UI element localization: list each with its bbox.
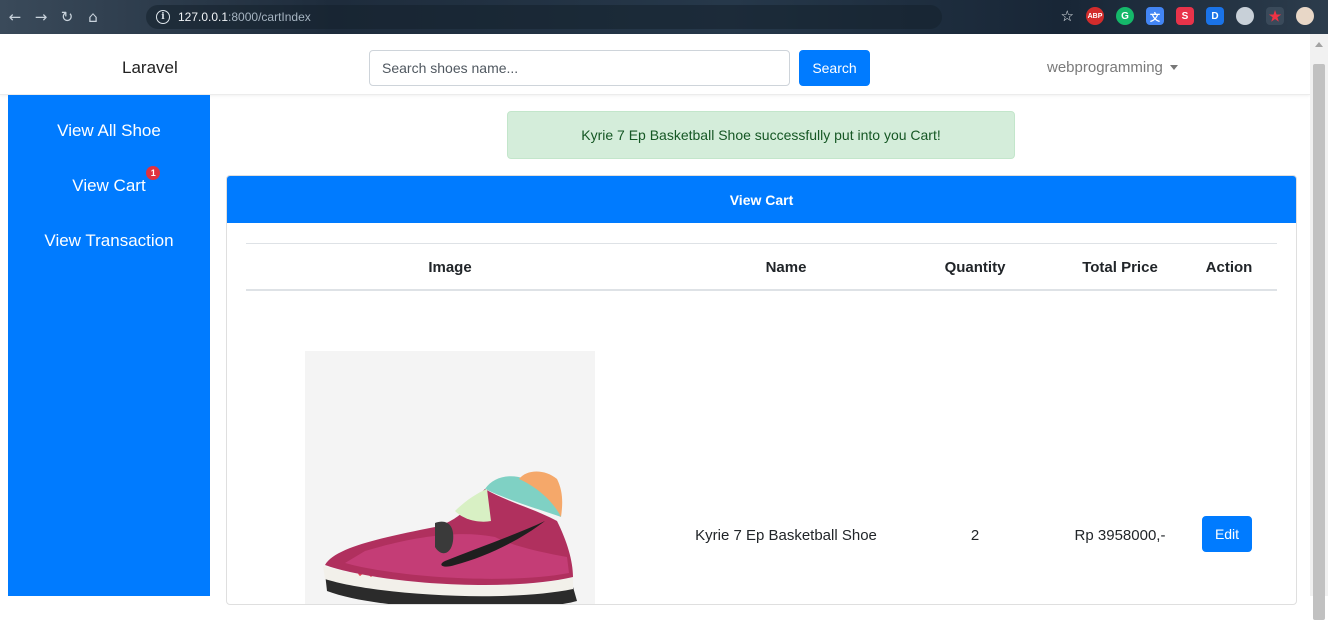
home-icon[interactable]: ⌂ xyxy=(82,8,104,26)
url-host: 127.0.0.1 xyxy=(178,10,229,24)
basketball-shoe-image xyxy=(323,471,577,604)
column-header-name: Name xyxy=(765,259,807,276)
d-extension-icon[interactable]: D xyxy=(1206,7,1224,25)
chevron-down-icon xyxy=(1169,65,1178,70)
edit-button[interactable]: Edit xyxy=(1202,516,1252,552)
forward-icon[interactable]: → xyxy=(30,8,52,26)
cart-item-quantity: 2 xyxy=(970,527,980,544)
cart-card: View Cart Image Name Quantity Total Pric… xyxy=(226,175,1297,605)
sidebar-item-view-transaction[interactable]: View Transaction xyxy=(8,231,210,251)
column-header-action: Action xyxy=(1205,259,1253,276)
sidebar-item-label: View Cart xyxy=(72,176,146,195)
reload-icon[interactable]: ↻ xyxy=(56,8,78,26)
s-extension-icon[interactable]: S xyxy=(1176,7,1194,25)
cart-table: Image Name Quantity Total Price Action K… xyxy=(246,243,1277,604)
cart-item-total-price: Rp 3958000,- xyxy=(1074,527,1166,544)
abp-icon[interactable]: ABP xyxy=(1086,7,1104,25)
sidebar-item-view-cart[interactable]: View Cart 1 xyxy=(8,166,210,196)
table-header: Image Name Quantity Total Price Action xyxy=(246,243,1277,291)
table-row: Kyrie 7 Ep Basketball Shoe 2 Rp 3958000,… xyxy=(246,291,1277,604)
address-bar[interactable]: i 127.0.0.1:8000/cartIndex xyxy=(146,5,942,29)
url-path: :8000/cartIndex xyxy=(228,10,311,24)
user-dropdown[interactable]: webprogramming xyxy=(1047,59,1178,76)
site-info-icon[interactable]: i xyxy=(156,10,170,24)
browser-toolbar: ← → ↻ ⌂ i 127.0.0.1:8000/cartIndex ☆ ABP… xyxy=(0,0,1328,34)
sidebar-item-view-all-shoe[interactable]: View All Shoe xyxy=(8,121,210,141)
search-button[interactable]: Search xyxy=(799,50,870,86)
card-title: View Cart xyxy=(227,176,1296,223)
translate-icon[interactable]: 文 xyxy=(1146,7,1164,25)
cart-count-badge: 1 xyxy=(146,166,161,180)
globe-icon[interactable] xyxy=(1236,7,1254,25)
shoe-image xyxy=(305,351,595,604)
search-input[interactable] xyxy=(369,50,790,86)
profile-avatar-icon[interactable] xyxy=(1296,7,1314,25)
scroll-thumb[interactable] xyxy=(1313,64,1325,620)
back-icon[interactable]: ← xyxy=(4,8,26,26)
cart-item-name: Kyrie 7 Ep Basketball Shoe xyxy=(695,527,877,544)
column-header-image: Image xyxy=(428,259,472,276)
sidebar: View All Shoe View Cart 1 View Transacti… xyxy=(8,95,210,596)
column-header-total-price: Total Price xyxy=(1082,259,1158,276)
extensions-bar: ☆ ABP G 文 S D ★ xyxy=(1061,7,1314,25)
page-scrollbar[interactable] xyxy=(1310,34,1328,620)
scroll-up-icon[interactable] xyxy=(1315,42,1323,47)
brand-logo[interactable]: Laravel xyxy=(122,58,178,78)
success-alert: Kyrie 7 Ep Basketball Shoe successfully … xyxy=(507,111,1015,159)
grammarly-icon[interactable]: G xyxy=(1116,7,1134,25)
puzzle-icon[interactable]: ★ xyxy=(1266,7,1284,25)
bookmark-star-icon[interactable]: ☆ xyxy=(1061,7,1074,25)
user-name: webprogramming xyxy=(1047,59,1163,76)
app-navbar: Laravel Search webprogramming xyxy=(0,34,1310,95)
column-header-quantity: Quantity xyxy=(944,259,1006,276)
